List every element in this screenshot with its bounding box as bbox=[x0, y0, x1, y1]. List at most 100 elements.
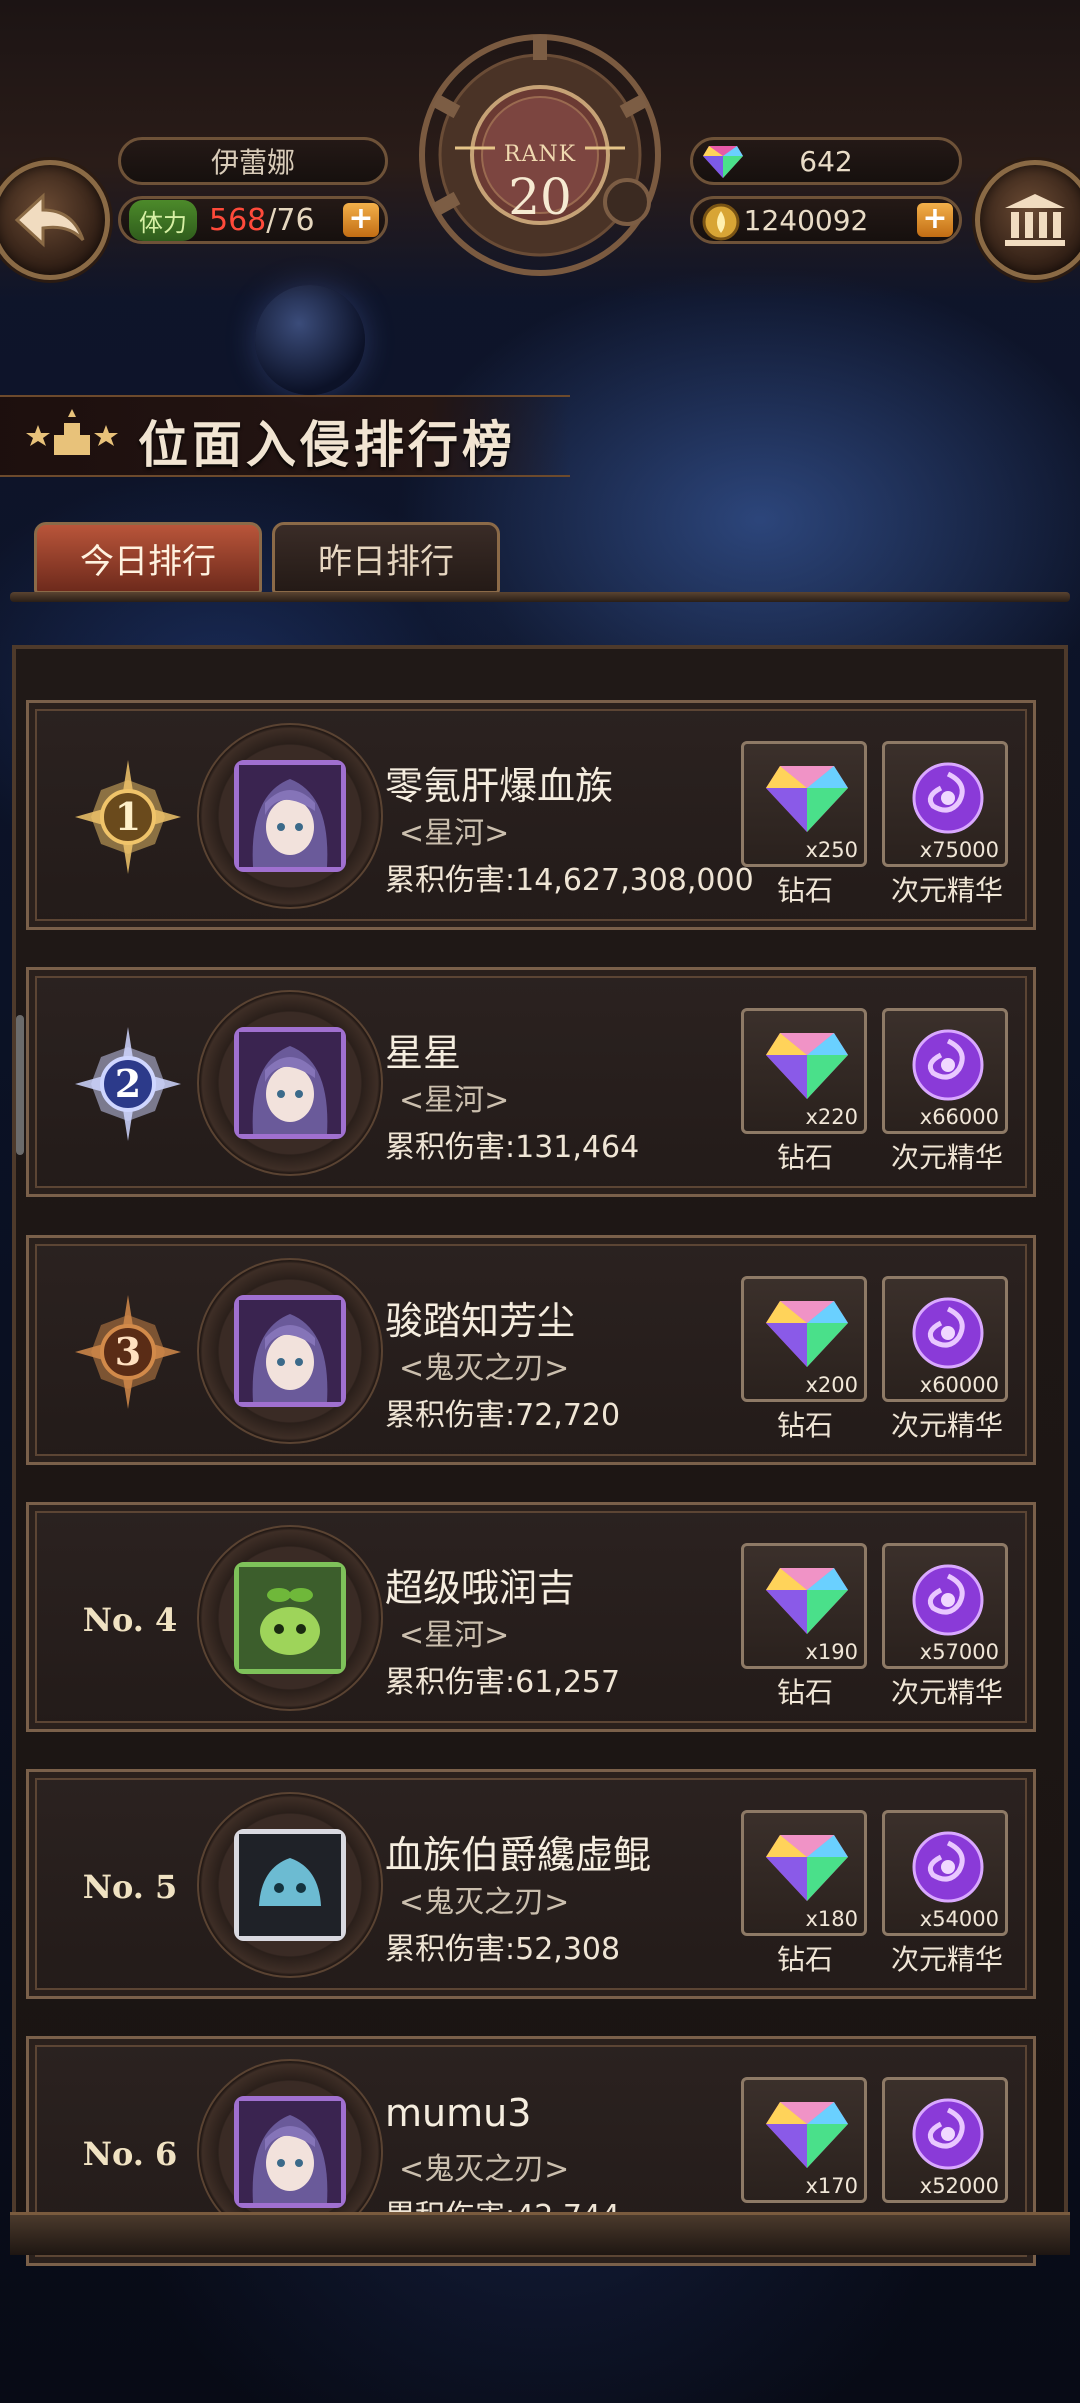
reward-essence-slot[interactable]: x52000 bbox=[882, 2077, 1008, 2203]
diamond-count: x170 bbox=[805, 2174, 858, 2198]
diamond-label: 钻石 bbox=[776, 1141, 833, 1174]
player-avatar[interactable] bbox=[234, 760, 346, 872]
reward-essence-slot[interactable]: x54000 bbox=[882, 1810, 1008, 1936]
rainbow-diamond-icon bbox=[766, 1835, 848, 1901]
essence-count: x52000 bbox=[919, 2174, 999, 2198]
player-name: mumu3 bbox=[385, 2091, 532, 2135]
diamond-count: x180 bbox=[805, 1907, 858, 1931]
diamond-label: 钻石 bbox=[776, 1409, 833, 1442]
player-avatar[interactable] bbox=[234, 1027, 346, 1139]
essence-count: x75000 bbox=[919, 838, 999, 862]
essence-label: 次元精华 bbox=[890, 1943, 1003, 1976]
scrollbar[interactable] bbox=[16, 1015, 24, 1155]
reward-diamond-slot[interactable]: x170 bbox=[741, 2077, 867, 2203]
essence-count: x66000 bbox=[919, 1105, 999, 1129]
reward-essence-slot[interactable]: x66000 bbox=[882, 1008, 1008, 1134]
purple-essence-orb-icon bbox=[912, 2098, 984, 2170]
add-gold-button[interactable]: + bbox=[917, 203, 953, 237]
player-server: <鬼灭之刃> bbox=[399, 2152, 570, 2187]
leaderboard-row[interactable]: 2 星星 <星河> 累积伤害:131,464 x220 x66000 钻石 次元… bbox=[26, 967, 1036, 1197]
essence-count: x54000 bbox=[919, 1907, 999, 1931]
rank-medal-bronze: 3 bbox=[69, 1293, 187, 1411]
essence-label: 次元精华 bbox=[890, 1676, 1003, 1709]
player-name: 伊蕾娜 bbox=[210, 146, 295, 179]
rainbow-diamond-icon bbox=[766, 1568, 848, 1634]
gold-currency-display: 1240092 + bbox=[690, 196, 962, 244]
player-server: <星河> bbox=[399, 1618, 510, 1653]
purple-essence-orb-icon bbox=[912, 1564, 984, 1636]
reward-essence-slot[interactable]: x57000 bbox=[882, 1543, 1008, 1669]
rank-label: RANK bbox=[503, 142, 577, 167]
tab-today-ranking[interactable]: 今日排行 bbox=[34, 522, 262, 594]
rank-number: No. 5 bbox=[82, 1868, 178, 1906]
rank-medal-number: 2 bbox=[114, 1061, 142, 1106]
cumulative-damage: 累积伤害:14,627,308,000 bbox=[385, 863, 754, 898]
reward-diamond-slot[interactable]: x220 bbox=[741, 1008, 867, 1134]
rank-medal-gold: 1 bbox=[69, 758, 187, 876]
avatar-ring bbox=[197, 990, 383, 1176]
diamond-count: x220 bbox=[805, 1105, 858, 1129]
green-sprout-avatar-icon bbox=[239, 1567, 341, 1669]
player-avatar[interactable] bbox=[234, 1562, 346, 1674]
cumulative-damage: 累积伤害:72,720 bbox=[385, 1398, 621, 1433]
gem-currency-display: 642 bbox=[690, 137, 962, 185]
rank-medal-number: 1 bbox=[114, 794, 142, 839]
purple-essence-orb-icon bbox=[912, 762, 984, 834]
reward-essence-slot[interactable]: x75000 bbox=[882, 741, 1008, 867]
purple-hair-girl-avatar-icon bbox=[239, 2101, 341, 2203]
rainbow-diamond-icon bbox=[766, 1033, 848, 1099]
avatar-ring bbox=[197, 1525, 383, 1711]
rank-number: No. 6 bbox=[82, 2135, 178, 2173]
diamond-count: x250 bbox=[805, 838, 858, 862]
add-stamina-button[interactable]: + bbox=[343, 203, 379, 237]
bank-building-icon bbox=[1005, 194, 1065, 246]
leaderboard-row[interactable]: No. 5 血族伯爵纔虚鲲 <鬼灭之刃> 累积伤害:52,308 x180 x5… bbox=[26, 1769, 1036, 1999]
purple-essence-orb-icon bbox=[912, 1297, 984, 1369]
tab-yesterday-ranking[interactable]: 昨日排行 bbox=[272, 522, 500, 594]
purple-hair-girl-avatar-icon bbox=[239, 1300, 341, 1402]
purple-hair-girl-avatar-icon bbox=[239, 765, 341, 867]
leaderboard-row[interactable]: 3 骏踏知芳尘 <鬼灭之刃> 累积伤害:72,720 x200 x60000 钻… bbox=[26, 1235, 1036, 1465]
player-server: <鬼灭之刃> bbox=[399, 1885, 570, 1920]
reward-essence-slot[interactable]: x60000 bbox=[882, 1276, 1008, 1402]
gold-count: 1240092 bbox=[743, 203, 869, 237]
rainbow-diamond-icon bbox=[766, 1301, 848, 1367]
tab-rail-divider bbox=[10, 592, 1070, 602]
stamina-separator: / bbox=[266, 202, 277, 238]
purple-essence-orb-icon bbox=[912, 1831, 984, 1903]
player-name: 骏踏知芳尘 bbox=[385, 1299, 576, 1343]
essence-label: 次元精华 bbox=[890, 1409, 1003, 1442]
essence-count: x57000 bbox=[919, 1640, 999, 1664]
leaderboard-row[interactable]: No. 4 超级哦润吉 <星河> 累积伤害:61,257 x190 x57000… bbox=[26, 1502, 1036, 1732]
player-name: 星星 bbox=[385, 1031, 462, 1075]
player-server: <星河> bbox=[399, 1083, 510, 1118]
player-name-display: 伊蕾娜 bbox=[118, 137, 388, 185]
player-avatar[interactable] bbox=[234, 2096, 346, 2208]
blue-slime-avatar-icon bbox=[239, 1834, 341, 1936]
stamina-current: 568 bbox=[209, 202, 267, 238]
leaderboard-row[interactable]: 1 零氪肝爆血族 <星河> 累积伤害:14,627,308,000 x250 x… bbox=[26, 700, 1036, 930]
ranking-crown-icon bbox=[26, 409, 118, 455]
purple-hair-girl-avatar-icon bbox=[239, 1032, 341, 1134]
avatar-ring bbox=[197, 1792, 383, 1978]
diamond-label: 钻石 bbox=[776, 1676, 833, 1709]
player-name: 零氪肝爆血族 bbox=[385, 764, 614, 808]
diamond-count: x190 bbox=[805, 1640, 858, 1664]
reward-diamond-slot[interactable]: x180 bbox=[741, 1810, 867, 1936]
cumulative-damage: 累积伤害:52,308 bbox=[385, 1932, 621, 1967]
player-avatar[interactable] bbox=[234, 1829, 346, 1941]
player-name: 超级哦润吉 bbox=[385, 1566, 576, 1610]
back-arrow-icon bbox=[14, 192, 85, 248]
player-avatar[interactable] bbox=[234, 1295, 346, 1407]
player-name: 血族伯爵纔虚鲲 bbox=[385, 1833, 652, 1877]
panel-bottom-frame bbox=[10, 2212, 1070, 2255]
reward-diamond-slot[interactable]: x200 bbox=[741, 1276, 867, 1402]
player-server: <鬼灭之刃> bbox=[399, 1351, 570, 1386]
planet-decoration bbox=[255, 285, 365, 395]
reward-diamond-slot[interactable]: x190 bbox=[741, 1543, 867, 1669]
diamond-label: 钻石 bbox=[776, 874, 833, 907]
stamina-display: 体力 568/76 + bbox=[118, 196, 388, 244]
reward-diamond-slot[interactable]: x250 bbox=[741, 741, 867, 867]
purple-essence-orb-icon bbox=[912, 1029, 984, 1101]
diamond-count: x200 bbox=[805, 1373, 858, 1397]
